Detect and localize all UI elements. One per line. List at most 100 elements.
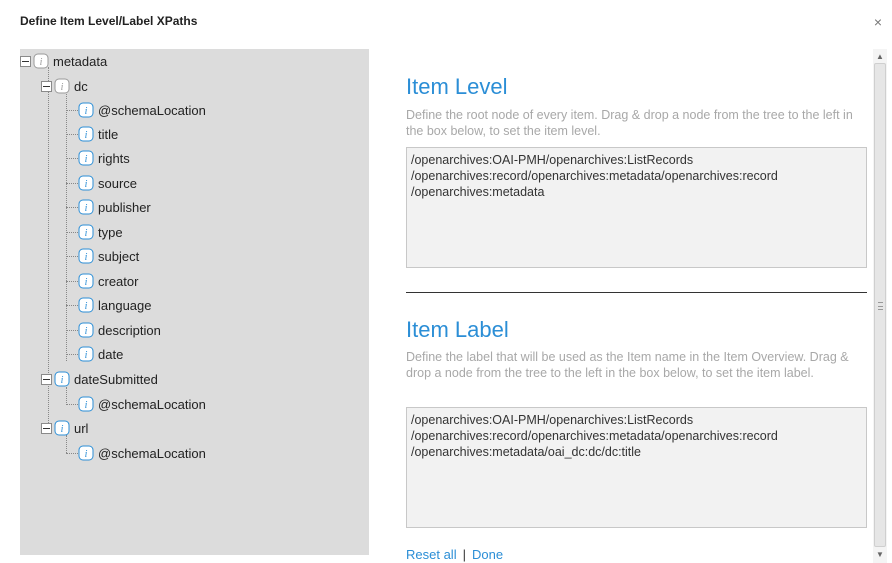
- xpath-line: /openarchives:OAI-PMH/openarchives:ListR…: [411, 413, 694, 427]
- tree-node-label: @schemaLocation: [98, 445, 206, 461]
- item-label-title: Item Label: [406, 317, 509, 342]
- info-icon: i: [54, 420, 70, 436]
- svg-text:i: i: [85, 154, 88, 165]
- tree-node-label: publisher: [98, 199, 151, 215]
- tree-connector: [66, 158, 78, 159]
- tree-node-label: creator: [98, 273, 139, 289]
- tree-node-schemalocation[interactable]: i @schemaLocation: [78, 393, 206, 415]
- tree-node-label: type: [98, 224, 123, 240]
- info-icon: i: [78, 445, 94, 461]
- reset-all-link[interactable]: Reset all: [406, 547, 457, 562]
- info-icon: i: [78, 175, 94, 191]
- tree-connector: [66, 110, 78, 111]
- tree-node-schemalocation[interactable]: i @schemaLocation: [78, 99, 206, 121]
- svg-text:i: i: [85, 350, 88, 361]
- tree-node-url[interactable]: i url: [41, 417, 88, 439]
- tree-node-label: description: [98, 322, 161, 338]
- tree-node-label: @schemaLocation: [98, 102, 206, 118]
- item-label-dropzone[interactable]: /openarchives:OAI-PMH/openarchives:ListR…: [406, 407, 867, 528]
- tree-node-label: dc: [74, 78, 88, 94]
- collapse-icon[interactable]: [41, 373, 52, 385]
- svg-text:i: i: [85, 252, 88, 263]
- xpath-panel: Item Level Define the root node of every…: [380, 49, 872, 563]
- dialog-titlebar: Define Item Level/Label XPaths ×: [0, 0, 892, 36]
- svg-text:i: i: [85, 326, 88, 337]
- info-icon: i: [78, 346, 94, 362]
- tree-connector: [66, 207, 78, 208]
- close-icon[interactable]: ×: [870, 15, 886, 31]
- scroll-up-icon[interactable]: ▲: [873, 51, 887, 63]
- tree-connector: [66, 134, 78, 135]
- info-icon: i: [78, 126, 94, 142]
- info-icon: i: [78, 224, 94, 240]
- vertical-scrollbar[interactable]: ▲ ▼: [873, 49, 887, 563]
- tree-connector: [66, 232, 78, 233]
- tree-node-label: date: [98, 346, 124, 362]
- tree-node-label: title: [98, 126, 119, 142]
- tree-node-label: @schemaLocation: [98, 396, 206, 412]
- svg-text:i: i: [85, 179, 88, 190]
- svg-text:i: i: [61, 424, 64, 435]
- xpath-line: /openarchives:record/openarchives:metada…: [411, 169, 778, 183]
- tree-connector: [66, 453, 78, 454]
- collapse-icon[interactable]: [41, 422, 52, 434]
- tree-node-datesubmitted[interactable]: i dateSubmitted: [41, 368, 158, 390]
- scrollbar-thumb[interactable]: [874, 63, 886, 547]
- info-icon: i: [78, 102, 94, 118]
- tree-node-label: rights: [98, 150, 130, 166]
- tree-connector: [66, 305, 78, 306]
- svg-text:i: i: [40, 57, 43, 68]
- tree-connector: [66, 281, 78, 282]
- xml-tree-panel: i metadata i dc i @schemaLocation i titl…: [20, 49, 369, 555]
- done-link[interactable]: Done: [472, 547, 503, 562]
- tree-node-label: url: [74, 420, 89, 436]
- tree-node-language[interactable]: i language: [78, 294, 152, 316]
- scroll-down-icon[interactable]: ▼: [873, 549, 887, 561]
- collapse-icon[interactable]: [41, 80, 52, 92]
- link-separator: |: [462, 547, 466, 562]
- tree-node-subject[interactable]: i subject: [78, 245, 139, 267]
- tree-node-publisher[interactable]: i publisher: [78, 196, 151, 218]
- tree-connector: [66, 404, 78, 405]
- tree-node-schemalocation[interactable]: i @schemaLocation: [78, 442, 206, 464]
- info-icon: i: [78, 322, 94, 338]
- tree-node-dc[interactable]: i dc: [41, 75, 88, 97]
- tree-node-source[interactable]: i source: [78, 172, 137, 194]
- info-icon: i: [33, 53, 49, 69]
- xpath-line: /openarchives:metadata/oai_dc:dc/dc:titl…: [411, 445, 641, 459]
- xpath-line: /openarchives:metadata: [411, 185, 545, 199]
- tree-node-label: metadata: [53, 53, 108, 69]
- xpath-line: /openarchives:OAI-PMH/openarchives:ListR…: [411, 153, 694, 167]
- info-icon: i: [54, 371, 70, 387]
- tree-connector: [66, 89, 67, 361]
- tree-node-rights[interactable]: i rights: [78, 147, 130, 169]
- tree-connector: [66, 354, 78, 355]
- tree-node-description[interactable]: i description: [78, 319, 161, 341]
- info-icon: i: [78, 396, 94, 412]
- item-label-description: Define the label that will be used as th…: [406, 350, 849, 380]
- tree-node-creator[interactable]: i creator: [78, 270, 138, 292]
- grip-icon: [878, 302, 883, 310]
- svg-text:i: i: [85, 106, 88, 117]
- tree-node-label: language: [98, 297, 152, 313]
- tree-node-title[interactable]: i title: [78, 123, 118, 145]
- svg-text:i: i: [85, 277, 88, 288]
- item-level-dropzone[interactable]: /openarchives:OAI-PMH/openarchives:ListR…: [406, 147, 867, 268]
- svg-text:i: i: [85, 130, 88, 141]
- xpath-line: /openarchives:record/openarchives:metada…: [411, 429, 778, 443]
- info-icon: i: [78, 297, 94, 313]
- tree-node-metadata[interactable]: i metadata: [20, 50, 107, 72]
- svg-text:i: i: [61, 82, 64, 93]
- collapse-icon[interactable]: [20, 55, 31, 67]
- tree-node-type[interactable]: i type: [78, 221, 123, 243]
- info-icon: i: [54, 78, 70, 94]
- svg-text:i: i: [85, 301, 88, 312]
- info-icon: i: [78, 199, 94, 215]
- tree-node-date[interactable]: i date: [78, 343, 123, 365]
- info-icon: i: [78, 248, 94, 264]
- dialog-title: Define Item Level/Label XPaths: [20, 14, 198, 28]
- svg-text:i: i: [85, 400, 88, 411]
- info-icon: i: [78, 150, 94, 166]
- tree-node-label: source: [98, 175, 138, 191]
- svg-text:i: i: [61, 375, 64, 386]
